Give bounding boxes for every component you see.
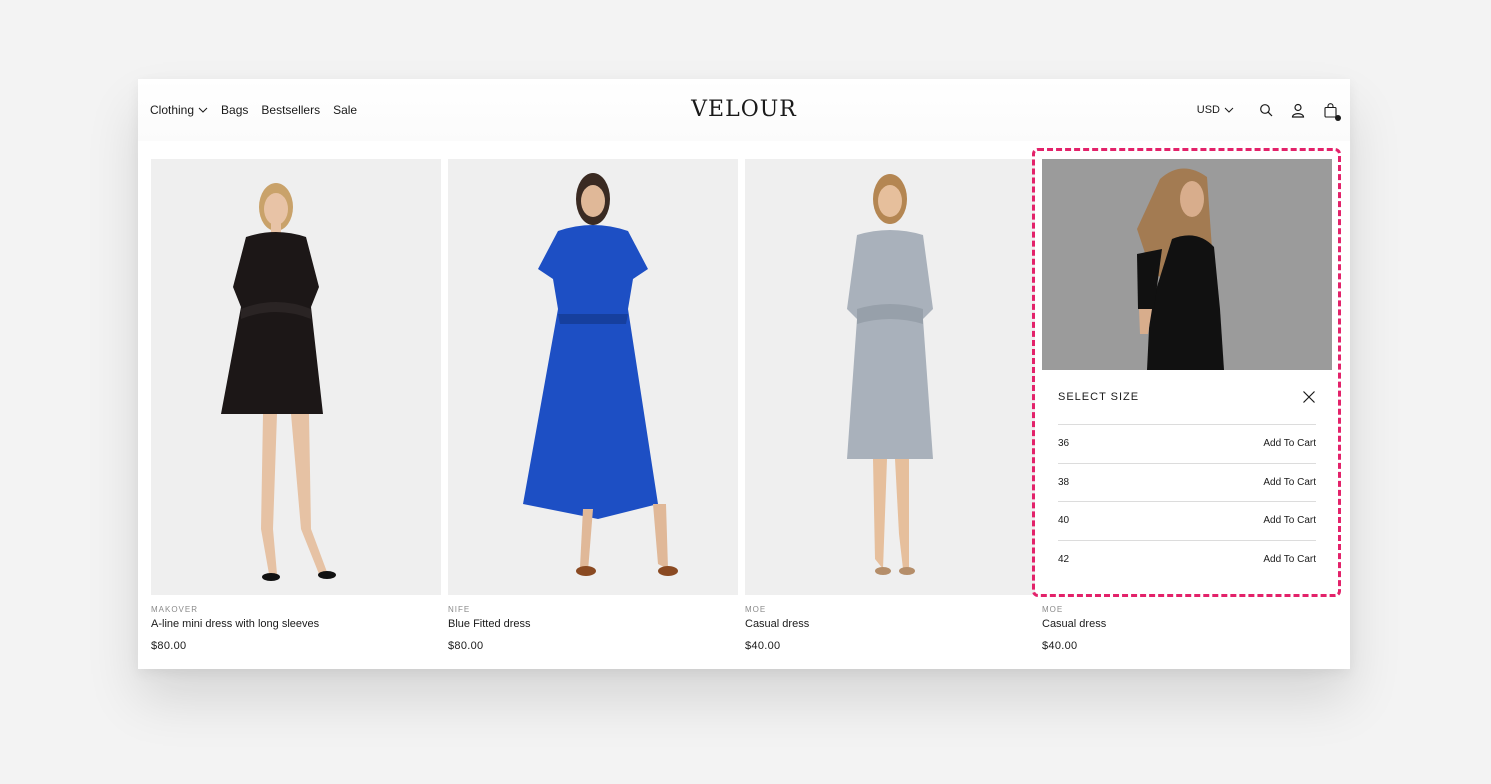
product-card-active[interactable]: SELECT SIZE 36 Add To Cart 38 Add To Car… [1042,159,1332,652]
product-price: $80.00 [151,640,187,652]
product-card[interactable]: MOE Casual dress $40.00 [745,159,1035,652]
cart-icon[interactable] [1322,102,1341,121]
nav-label: Clothing [150,103,195,117]
chevron-down-icon [198,107,208,113]
model-figure [1137,168,1224,370]
product-brand: NIFE [448,605,471,614]
add-to-cart-button[interactable]: Add To Cart [1263,438,1316,449]
nav-item-clothing[interactable]: Clothing [150,103,208,117]
product-brand: MOE [745,605,767,614]
nav-item-bags[interactable]: Bags [221,103,248,117]
header-tools: USD [1197,102,1341,121]
size-option[interactable]: 42 Add To Cart [1058,541,1316,580]
add-to-cart-button[interactable]: Add To Cart [1263,477,1316,488]
store-window: Clothing Bags Bestsellers Sale VELOUR US… [138,79,1350,669]
product-card[interactable]: MAKOVER A-line mini dress with long slee… [151,159,441,652]
search-icon[interactable] [1258,102,1274,118]
main-nav: Clothing Bags Bestsellers Sale [150,103,357,117]
add-to-cart-button[interactable]: Add To Cart [1263,515,1316,526]
nav-item-bestsellers[interactable]: Bestsellers [261,103,320,117]
size-selector-panel: SELECT SIZE 36 Add To Cart 38 Add To Car… [1042,370,1332,595]
size-option[interactable]: 36 Add To Cart [1058,425,1316,464]
product-grid: MAKOVER A-line mini dress with long slee… [151,159,1332,652]
nav-label: Sale [333,103,358,117]
model-figure [221,183,336,581]
size-panel-header: SELECT SIZE [1058,370,1316,425]
close-icon[interactable] [1302,390,1316,404]
model-figure [847,174,933,575]
size-option[interactable]: 40 Add To Cart [1058,502,1316,541]
currency-label: USD [1196,104,1220,116]
product-brand: MOE [1042,605,1064,614]
size-value: 38 [1058,476,1070,488]
currency-selector[interactable]: USD [1197,104,1234,116]
brand-logo[interactable]: VELOUR [691,97,797,122]
product-price: $40.00 [745,640,781,652]
chevron-down-icon [1224,107,1234,113]
nav-item-sale[interactable]: Sale [333,103,357,117]
model-figure [523,173,678,576]
product-name[interactable]: Casual dress [1042,618,1332,630]
product-card[interactable]: NIFE Blue Fitted dress $80.00 [448,159,738,652]
size-value: 42 [1058,554,1070,566]
nav-label: Bags [221,103,249,117]
size-option[interactable]: 38 Add To Cart [1058,464,1316,502]
size-panel-title: SELECT SIZE [1058,391,1140,403]
product-brand: MAKOVER [151,605,199,614]
site-header: Clothing Bags Bestsellers Sale VELOUR US… [138,79,1350,141]
size-value: 36 [1058,438,1070,450]
product-name[interactable]: Blue Fitted dress [448,618,738,630]
cart-badge [1335,115,1341,121]
product-image-hover[interactable] [1042,159,1332,370]
product-price: $40.00 [1042,640,1078,652]
add-to-cart-button[interactable]: Add To Cart [1263,554,1316,565]
product-image[interactable] [745,159,1035,595]
product-name[interactable]: Casual dress [745,618,1035,630]
product-price: $80.00 [448,640,484,652]
account-icon[interactable] [1290,102,1306,118]
size-value: 40 [1058,515,1070,527]
product-image[interactable] [151,159,441,595]
product-image[interactable] [448,159,738,595]
product-name[interactable]: A-line mini dress with long sleeves [151,618,441,630]
nav-label: Bestsellers [261,103,321,117]
